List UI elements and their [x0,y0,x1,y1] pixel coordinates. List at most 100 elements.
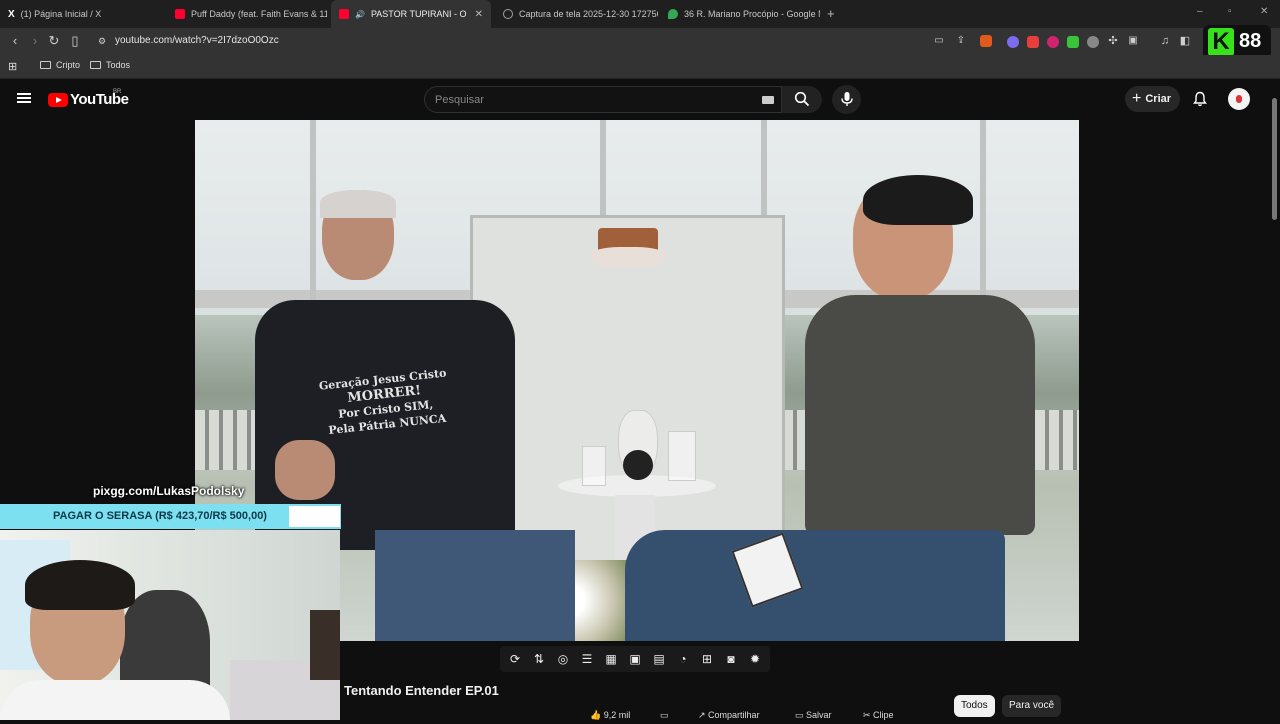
back-button[interactable]: ‹ [6,32,24,50]
man-right-shirt [805,295,1035,535]
man-left-hand [275,440,335,500]
man-right-jeans [625,530,1005,641]
scroll-thumb[interactable] [1272,98,1277,220]
share-button[interactable]: ↗ Compartilhar [698,710,760,721]
k-number: 88 [1239,30,1262,52]
extension-icon[interactable] [1047,36,1059,48]
microphone-icon [841,92,853,106]
chip-para-voce[interactable]: Para você [1002,695,1062,717]
reload-button[interactable]: ↻ [45,32,63,50]
youtube-icon [339,9,349,19]
youtube-logo-icon[interactable] [48,93,68,107]
like-button[interactable]: 👍 9,2 mil [590,710,630,721]
sort-icon[interactable]: ⇅ [531,651,547,667]
bookmark-label: Cripto [56,60,81,70]
search-button[interactable] [782,86,822,113]
donation-link: pixgg.com/LukasPodolsky [93,484,245,498]
close-icon[interactable]: ✕ [475,9,483,20]
maps-pin-icon [668,9,678,19]
forward-button[interactable]: › [26,32,44,50]
tab-title: Captura de tela 2025-12-30 172756 [519,9,658,19]
browser-tab[interactable]: Puff Daddy (feat. Faith Evans & 112) [167,0,327,28]
like-count: 9,2 mil [603,710,631,720]
player-extension-toolbar: ⟳ ⇅ ◎ ☰ ▦ ▣ ▤ ◔ ⊞ ◙ ✹ [500,646,770,672]
man-right-hair [863,175,973,225]
close-window-button[interactable]: ✕ [1260,6,1268,17]
keyboard-icon[interactable] [762,96,774,104]
plus-icon: + [1132,90,1142,107]
settings-gear-icon[interactable]: ✹ [747,651,763,667]
water-glass [582,446,606,486]
broadcast-icon[interactable]: ◎ [555,651,571,667]
webcam-feed [0,530,340,720]
minimize-button[interactable]: – [1197,6,1203,17]
brave-shield-icon[interactable] [980,35,992,47]
dislike-icon[interactable]: ▭ [660,710,669,721]
screenshot-icon[interactable]: ◙ [723,651,739,667]
shelf-decoration [590,247,666,267]
share-icon[interactable]: ⇪ [952,32,970,50]
k-badge: K 88 [1203,25,1271,59]
donation-goal-text: PAGAR O SERASA (R$ 423,70/R$ 500,00) [53,510,267,522]
loop-icon[interactable]: ⟳ [507,651,523,667]
furniture [310,610,340,680]
apps-grid-icon[interactable]: ⊞ [8,60,17,73]
browser-tab[interactable]: Captura de tela 2025-12-30 172756 [495,0,658,28]
folder-icon [90,61,101,69]
window-icon[interactable]: ▣ [1124,32,1142,50]
browser-toolbar: ‹ › ↻ ▯ ⚙ youtube.com/watch?v=2I7dzoO0Oz… [0,28,1280,55]
avatar[interactable] [1228,88,1250,110]
sidebar-icon[interactable]: ◧ [1176,32,1194,50]
bookmarks-bar: ⊞ Cripto Todos [0,55,1280,79]
cinema-icon[interactable]: ▦ [603,651,619,667]
browser-tab[interactable]: X (1) Página Inicial / X [0,0,165,28]
browser-tab-active[interactable]: 🔊 PASTOR TUPIRANI - O PASTO ✕ [331,0,491,28]
extension-icon[interactable] [1067,36,1079,48]
video-title: Tentando Entender EP.01 [344,683,499,698]
playlist-icon[interactable]: ☰ [579,651,595,667]
extension-icon[interactable] [1007,36,1019,48]
bookmark-label: Todos [106,60,131,70]
add-icon[interactable]: ⊞ [699,651,715,667]
globe-icon [503,9,513,19]
maximize-button[interactable]: ▫ [1228,6,1232,17]
water-glass [668,431,696,481]
subtitles-icon[interactable]: ▤ [651,651,667,667]
create-label: Criar [1145,93,1172,105]
clip-button[interactable]: ✂ Clipe [863,710,894,721]
bookmark-folder[interactable]: Cripto [40,60,80,70]
man-left-hair [320,190,396,218]
site-info-icon[interactable]: ⚙ [93,32,111,50]
music-icon[interactable]: ♫ [1156,32,1174,50]
search-input[interactable]: Pesquisar [424,86,782,113]
bookmark-folder[interactable]: Todos [90,60,130,70]
share-label: Compartilhar [708,710,760,720]
page-scrollbar[interactable] [1270,80,1280,720]
create-button[interactable]: + Criar [1125,86,1180,112]
puzzle-icon[interactable]: ✣ [1104,32,1122,50]
man-left-jeans [375,530,575,641]
speed-icon[interactable]: ◔ [675,651,691,667]
extension-icon[interactable] [1087,36,1099,48]
cast-icon[interactable]: ▭ [930,32,948,50]
k-logo: K [1208,28,1234,56]
donation-goal-bar: PAGAR O SERASA (R$ 423,70/R$ 500,00) [0,504,341,529]
bookmark-icon[interactable]: ▯ [66,32,84,50]
browser-tab[interactable]: 36 R. Mariano Procópio - Google Ma [660,0,820,28]
speaker-icon: 🔊 [355,9,365,19]
menu-icon[interactable] [17,93,31,104]
url-field[interactable]: youtube.com/watch?v=2I7dzoO0Ozc [115,35,279,46]
tab-title: 36 R. Mariano Procópio - Google Ma [684,9,820,19]
picture-in-picture-icon[interactable]: ▣ [627,651,643,667]
new-tab-button[interactable]: + [827,6,835,21]
voice-search-button[interactable] [832,85,861,114]
youtube-icon [175,9,185,19]
save-label: Salvar [806,710,832,720]
tab-title: (1) Página Inicial / X [20,9,102,19]
save-button[interactable]: ▭ Salvar [795,710,832,721]
carafe-contents [623,450,653,480]
notifications-bell-icon[interactable] [1192,91,1208,107]
chip-todos[interactable]: Todos [954,695,995,717]
streamer-shirt [0,680,230,720]
extension-icon[interactable] [1027,36,1039,48]
